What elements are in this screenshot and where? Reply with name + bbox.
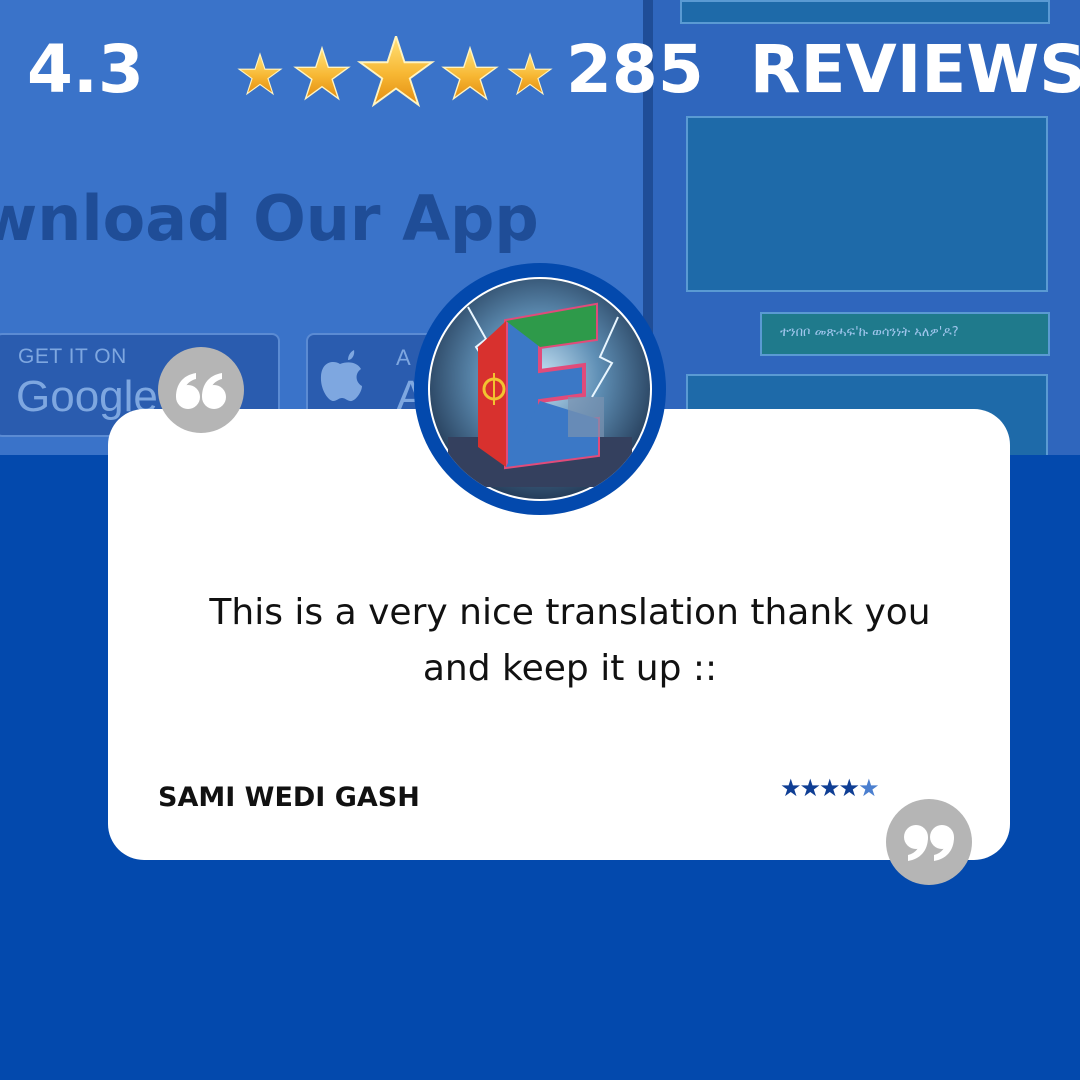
star-icon	[360, 36, 432, 105]
star-icon	[295, 48, 348, 99]
apple-icon	[320, 350, 362, 402]
background-chat-bubble	[686, 116, 1048, 292]
review-count: 285 REVIEWS	[566, 31, 1080, 108]
background-download-heading: wnload Our App	[0, 182, 539, 255]
review-text: This is a very nice translation thank yo…	[209, 592, 931, 689]
apple-badge-top-text: A	[396, 345, 411, 370]
reviewer-star-rating: ★★★★★	[780, 774, 880, 802]
background-chat-bubble	[680, 0, 1050, 24]
star-icon	[239, 54, 281, 94]
quote-icon	[886, 799, 972, 885]
background-chat-reply: ተንበቦ መጽሓፍ'ኩ ወሳንነት ኣለዎ'ዶ?	[760, 312, 1050, 356]
reviewer-name: SAMI WEDI GASH	[158, 782, 420, 813]
star-icon: ★	[858, 774, 879, 802]
star-icon	[443, 48, 496, 99]
average-rating: 4.3	[27, 31, 144, 108]
rating-stars	[236, 36, 556, 112]
app-logo-avatar	[428, 277, 652, 501]
google-badge-top-text: GET IT ON	[18, 345, 127, 368]
star-icon	[509, 54, 551, 94]
star-icon: ★★★★	[780, 774, 860, 802]
quote-icon	[158, 347, 244, 433]
